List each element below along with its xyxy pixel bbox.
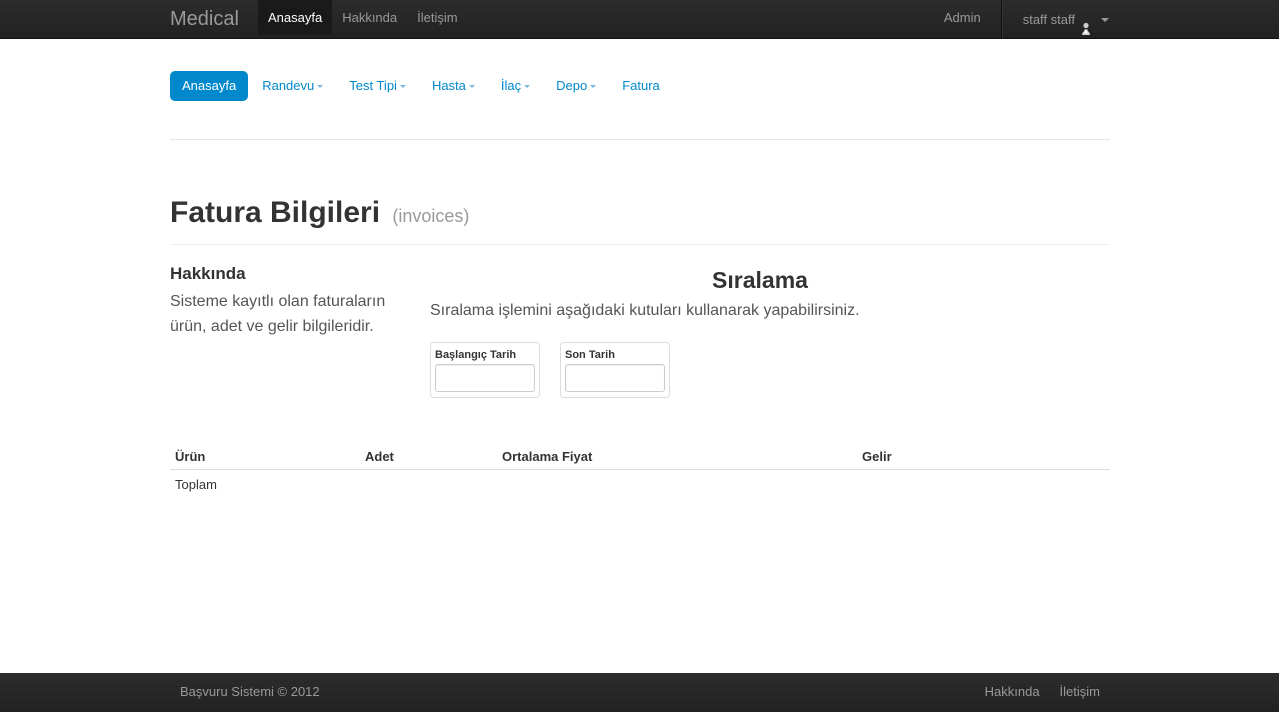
table-cell: Toplam (175, 477, 217, 492)
start-date-label: Başlangıç Tarih (435, 349, 517, 361)
sorting-heading: Sıralama (712, 267, 808, 293)
footer-about-link[interactable]: Hakkında (985, 684, 1040, 699)
sorting-description: Sıralama işlemini aşağıdaki kutuları kul… (430, 302, 860, 319)
caret-down-icon (524, 84, 531, 88)
pill-home[interactable]: Anasayfa (170, 71, 249, 101)
top-navbar: Medical Anasayfa Hakkında İletişim Admin… (0, 0, 1279, 39)
divider (170, 139, 1110, 140)
table-header-row: Ürün Adet Ortalama Fiyat Gelir (170, 443, 1110, 470)
top-right-nav: Admin staff staff (924, 0, 1109, 39)
caret-down-icon (399, 84, 406, 88)
pill-invoice[interactable]: Fatura (610, 71, 672, 101)
chevron-down-icon (1101, 17, 1109, 22)
column-header-revenue[interactable]: Gelir (857, 443, 1110, 470)
user-name: staff staff (1022, 12, 1075, 27)
topnav-about-link[interactable]: Hakkında (332, 0, 407, 35)
pill-label: Anasayfa (182, 78, 237, 93)
admin-link[interactable]: Admin (924, 0, 1002, 39)
pill-label: Hasta (431, 78, 466, 93)
pill-label: Fatura (622, 78, 660, 93)
end-date-input[interactable] (565, 364, 665, 392)
sub-nav: Anasayfa Randevu Test Tipi Hasta İlaç De… (170, 71, 674, 101)
table-cell (360, 470, 497, 500)
footer: Başvuru Sistemi © 2012 Hakkında İletişim (0, 673, 1279, 712)
pill-label: Test Tipi (349, 78, 397, 93)
column-header-product[interactable]: Ürün (170, 443, 360, 470)
user-icon (1081, 14, 1091, 35)
page-subtitle: (invoices) (392, 206, 470, 226)
about-text: Sisteme kayıtlı olan faturaların ürün, a… (170, 293, 386, 335)
brand-logo[interactable]: Medical (170, 8, 239, 31)
footer-links: Hakkında İletişim (985, 684, 1100, 699)
footer-contact-link[interactable]: İletişim (1060, 684, 1100, 699)
topnav-home-link[interactable]: Anasayfa (258, 0, 333, 35)
invoice-table: Ürün Adet Ortalama Fiyat Gelir Toplam (170, 443, 1110, 499)
caret-down-icon (468, 84, 475, 88)
page-title-text: Fatura Bilgileri (170, 196, 381, 229)
pill-patient[interactable]: Hasta (420, 71, 487, 101)
page-title: Fatura Bilgileri (invoices) (170, 196, 469, 230)
table-cell (497, 470, 857, 500)
pill-label: Randevu (262, 78, 315, 93)
pill-label: Depo (556, 78, 588, 93)
divider (170, 244, 1110, 245)
about-heading: Hakkında (170, 264, 246, 283)
topnav-contact-link[interactable]: İletişim (407, 0, 467, 35)
pill-test-type[interactable]: Test Tipi (337, 71, 418, 101)
start-date-input[interactable] (435, 364, 535, 392)
caret-down-icon (590, 84, 597, 88)
caret-down-icon (317, 84, 324, 88)
footer-copyright: Başvuru Sistemi © 2012 (180, 684, 320, 699)
table-row: Toplam (170, 470, 1110, 500)
pill-storage[interactable]: Depo (544, 71, 608, 101)
start-date-box: Başlangıç Tarih (430, 342, 540, 398)
column-header-quantity[interactable]: Adet (360, 443, 497, 470)
column-header-avg-price[interactable]: Ortalama Fiyat (497, 443, 857, 470)
pill-medicine[interactable]: İlaç (489, 71, 542, 101)
end-date-box: Son Tarih (560, 342, 670, 398)
user-menu[interactable]: staff staff (1001, 0, 1109, 39)
pill-appointment[interactable]: Randevu (250, 71, 335, 101)
end-date-label: Son Tarih (565, 349, 615, 361)
pill-label: İlaç (500, 78, 522, 93)
top-nav: Anasayfa Hakkında İletişim (258, 0, 468, 39)
table-cell (857, 470, 1110, 500)
